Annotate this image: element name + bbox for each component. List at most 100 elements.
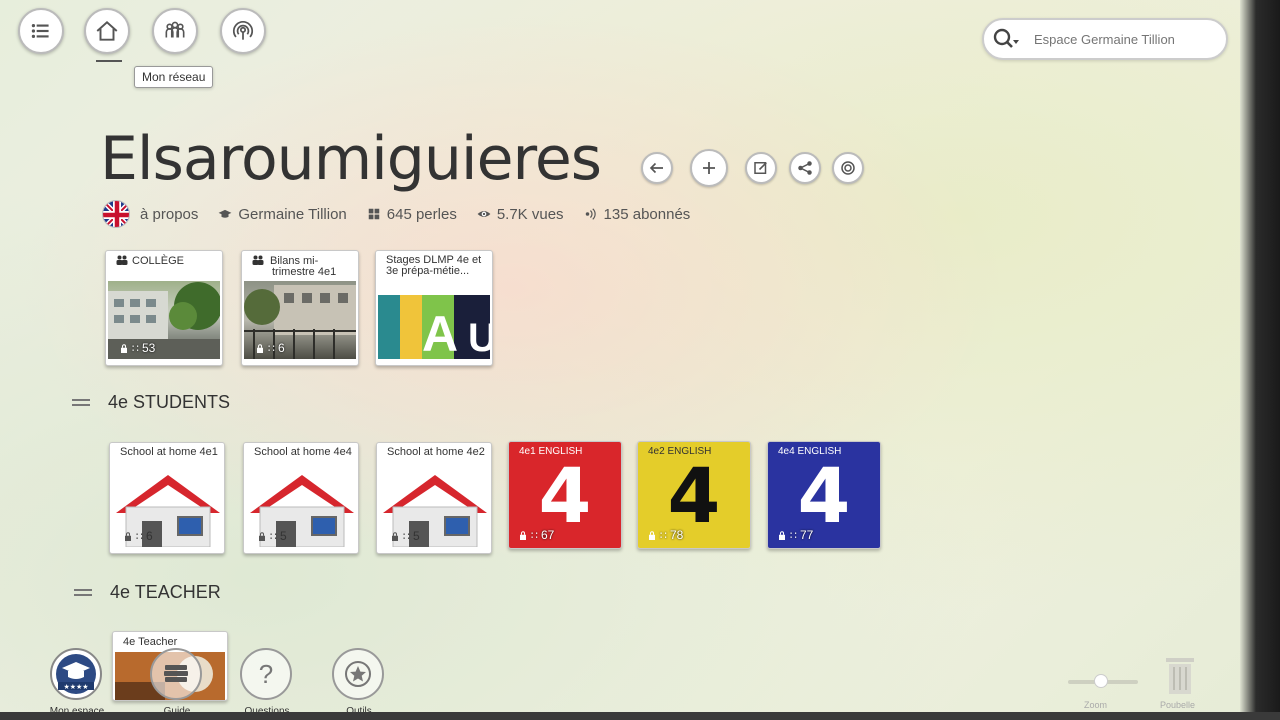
card-4e4-english[interactable]: 4e4 ENGLISH 4 ∷ 77 [767,441,881,549]
lock-icon [125,531,131,541]
pearls-count: 645 perles [367,206,457,223]
home-button[interactable] [84,8,130,54]
pearls-label: 645 perles [386,205,457,223]
about-link[interactable]: à propos [140,206,198,223]
lock-icon [259,531,265,541]
section-4e-teacher[interactable]: 4e TEACHER [74,582,221,603]
target-button[interactable] [832,152,864,184]
signal-icon [585,208,596,220]
grid-icon: ∷ [531,529,538,542]
network-button[interactable] [152,8,198,54]
people-icon [165,21,185,38]
grid-icon [368,208,380,220]
lock-icon [520,530,526,540]
screen-bezel-bottom [0,712,1280,720]
return-arrow-icon [649,162,663,174]
home-active-indicator [96,60,122,62]
drag-handle-icon[interactable] [72,396,90,409]
network-tooltip: Mon réseau [134,66,214,88]
lock-icon [392,531,398,541]
grid-icon: ∷ [136,530,143,543]
big-number-4: 4 [538,451,592,540]
search-input[interactable] [1034,31,1204,47]
card-title: Bilans mi-trimestre 4e1 [242,251,358,281]
stages-collage-image: AU [378,295,490,359]
lock-icon [121,343,127,353]
zoom-slider-handle[interactable] [1094,674,1108,688]
grid-icon: ∷ [790,529,797,542]
grid-icon: ∷ [270,530,277,543]
back-button[interactable] [641,152,673,184]
edit-icon [754,162,767,174]
graduation-cap-icon [218,209,232,218]
card-school-at-home-4e1[interactable]: School at home 4e1 ∷ 6 [109,442,225,554]
card-title: 4e Teacher [123,636,178,648]
section-label: 4e TEACHER [110,582,221,602]
space-meta: à propos Germaine Tillion 645 perles 5.7… [102,200,710,228]
search-box[interactable] [982,18,1228,60]
outils-button[interactable] [332,648,384,700]
about-label: à propos [140,205,199,223]
lock-icon [649,530,655,540]
star-icon [345,661,371,687]
card-count-value: 6 [146,529,153,543]
mon-espace-button[interactable]: ★★★★ [50,648,102,700]
edit-button[interactable] [745,152,777,184]
section-label: 4e STUDENTS [108,392,231,412]
trash-icon [1166,658,1194,694]
card-title-text: COLLÈGE [132,255,184,267]
card-count: ∷ 6 [124,529,153,543]
graduation-badge-icon: ★★★★ [56,654,96,694]
broadcast-icon [232,21,254,40]
trash-label: Poubelle [1160,700,1196,710]
card-count-value: 5 [413,529,420,543]
subscribers-label: 135 abonnés [603,205,691,223]
trash-button[interactable] [1162,652,1198,696]
card-title-text: Bilans mi-trimestre 4e1 [270,255,337,278]
question-mark-icon: ? [259,659,273,689]
school-link[interactable]: Germaine Tillion [218,206,347,223]
card-count-value: 5 [280,529,287,543]
card-stages[interactable]: Stages DLMP 4e et 3e prépa-métie... AU [375,250,493,366]
lock-icon [779,530,785,540]
guide-button[interactable] [150,648,202,700]
home-icon [96,21,118,41]
space-title: Elsaroumiguieres [100,124,602,194]
card-count-value: 67 [541,528,555,542]
big-number-4: 4 [797,451,851,540]
card-count-value: 78 [670,528,684,542]
card-title: School at home 4e2 [387,446,485,458]
card-college[interactable]: COLLÈGE ∷ 53 [105,250,223,366]
card-count: ∷ 5 [258,529,287,543]
card-4e2-english[interactable]: 4e2 ENGLISH 4 ∷ 78 [637,441,751,549]
uk-flag-icon[interactable] [102,200,130,228]
card-count: ∷ 5 [391,529,420,543]
subscribers-count: 135 abonnés [584,205,691,223]
section-4e-students[interactable]: 4e STUDENTS [72,392,230,413]
broadcast-button[interactable] [220,8,266,54]
card-bilans[interactable]: Bilans mi-trimestre 4e1 ∷ 6 [241,250,359,366]
add-button[interactable] [690,149,728,187]
card-count: ∷ 6 [256,341,285,355]
card-count-value: 53 [142,341,156,355]
questions-button[interactable]: ? [240,648,292,700]
grid-icon: ∷ [132,342,139,355]
card-4e1-english[interactable]: 4e1 ENGLISH 4 ∷ 67 [508,441,622,549]
grid-icon: ∷ [403,530,410,543]
grid-icon: ∷ [268,342,275,355]
card-school-at-home-4e2[interactable]: School at home 4e2 ∷ 5 [376,442,492,554]
card-count: ∷ 77 [778,528,813,542]
drag-handle-icon[interactable] [74,586,92,599]
search-icon [993,28,1019,48]
share-button[interactable] [789,152,821,184]
eye-icon [477,211,491,217]
card-school-at-home-4e4[interactable]: School at home 4e4 ∷ 5 [243,442,359,554]
card-count: ∷ 67 [519,528,554,542]
group-icon [252,255,264,265]
plus-icon [703,162,715,174]
card-title: Stages DLMP 4e et 3e prépa-métie... [386,254,482,277]
menu-button[interactable] [18,8,64,54]
book-stack-icon [164,665,188,682]
svg-text:A: A [422,306,458,359]
screen-bezel-right [1240,0,1280,720]
